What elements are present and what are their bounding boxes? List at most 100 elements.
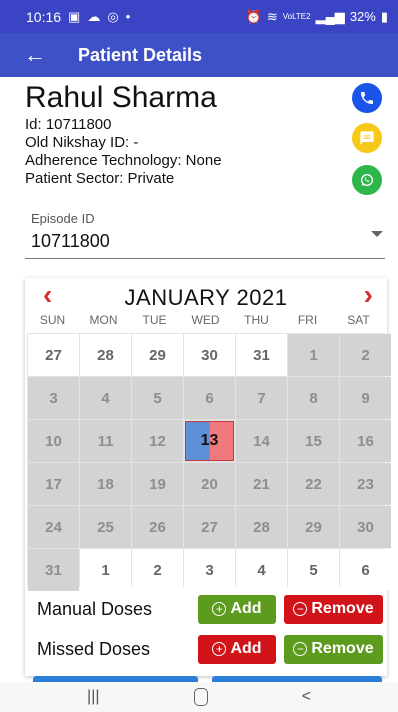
calendar-day[interactable]: 2 bbox=[340, 334, 391, 376]
calendar-day[interactable]: 5 bbox=[288, 549, 339, 591]
battery-level: 32% bbox=[349, 9, 376, 24]
gallery-icon: ▣ bbox=[68, 9, 81, 24]
calendar-day[interactable]: 30 bbox=[184, 334, 235, 376]
missed-remove-button[interactable]: − Remove bbox=[284, 634, 383, 664]
calendar-day[interactable]: 5 bbox=[132, 377, 183, 419]
plus-circle-icon: + bbox=[212, 642, 227, 656]
home-icon[interactable] bbox=[193, 688, 208, 706]
minus-circle-icon: − bbox=[293, 642, 308, 656]
episode-id-label: Episode ID bbox=[31, 211, 95, 226]
dropdown-caret-icon bbox=[371, 231, 383, 237]
calendar-day[interactable]: 3 bbox=[28, 377, 79, 419]
calendar-day[interactable]: 10 bbox=[28, 420, 79, 462]
instagram-icon: ◎ bbox=[107, 9, 119, 24]
missed-add-button[interactable]: + Add bbox=[198, 634, 276, 664]
status-bar-right: ⏰ ≋ VoLTE2 ▂▄▆ 32% ▮ bbox=[246, 9, 388, 24]
cloud-icon: ☁ bbox=[87, 9, 101, 24]
calendar-day[interactable]: 1 bbox=[288, 334, 339, 376]
alarm-icon: ⏰ bbox=[245, 9, 262, 24]
volte-icon: VoLTE2 bbox=[282, 11, 311, 21]
recent-apps-icon[interactable]: ||| bbox=[87, 688, 99, 706]
calendar-day[interactable]: 29 bbox=[288, 506, 339, 548]
calendar-day[interactable]: 16 bbox=[340, 420, 391, 462]
calendar-day[interactable]: 19 bbox=[132, 463, 183, 505]
calendar-day[interactable]: 21 bbox=[236, 463, 287, 505]
minus-circle-icon: − bbox=[293, 602, 308, 616]
calendar-day[interactable]: 17 bbox=[28, 463, 79, 505]
calendar-day[interactable]: 8 bbox=[288, 377, 339, 419]
manual-remove-button[interactable]: − Remove bbox=[284, 594, 383, 624]
missed-remove-label: Remove bbox=[311, 640, 374, 657]
calendar-day[interactable]: 28 bbox=[236, 506, 287, 548]
calendar-day[interactable]: 4 bbox=[80, 377, 131, 419]
calendar-day-today[interactable]: 13 bbox=[185, 421, 234, 461]
missed-doses-label: Missed Doses bbox=[37, 638, 151, 659]
calendar-grid: 27 28 29 30 31 1 2 3 4 5 6 7 8 9 10 11 12 13 14 15 16 17 18 19 2… bbox=[27, 333, 391, 591]
patient-sector: Patient Sector: Private bbox=[25, 170, 175, 187]
calendar-day[interactable]: 2 bbox=[132, 549, 183, 591]
calendar-day[interactable]: 11 bbox=[80, 420, 131, 462]
calendar-day[interactable]: 7 bbox=[236, 377, 287, 419]
calendar-day[interactable]: 18 bbox=[80, 463, 131, 505]
calendar-header: ‹ JANUARY 2021 › bbox=[25, 278, 387, 312]
manual-doses-label: Manual Doses bbox=[37, 598, 153, 619]
weekday-label: THU bbox=[244, 313, 269, 327]
manual-remove-label: Remove bbox=[311, 600, 374, 617]
calendar-day[interactable]: 28 bbox=[80, 334, 131, 376]
calendar-day[interactable]: 15 bbox=[288, 420, 339, 462]
weekday-label: MON bbox=[89, 313, 118, 327]
back-arrow-icon[interactable]: ← bbox=[0, 42, 46, 68]
calendar-day[interactable]: 20 bbox=[184, 463, 235, 505]
patient-info: Rahul Sharma Id: 10711800 Old Nikshay ID… bbox=[25, 80, 355, 188]
calendar-day[interactable]: 25 bbox=[80, 506, 131, 548]
calendar-day[interactable]: 9 bbox=[340, 377, 391, 419]
manual-doses-row: Manual Doses + Add − Remove bbox=[25, 593, 387, 625]
calendar-day[interactable]: 6 bbox=[340, 549, 391, 591]
call-button[interactable] bbox=[352, 83, 382, 113]
calendar-day[interactable]: 4 bbox=[236, 549, 287, 591]
patient-name: Rahul Sharma bbox=[25, 81, 217, 114]
signal-icon: ▂▄▆ bbox=[315, 9, 345, 24]
calendar-day[interactable]: 12 bbox=[132, 420, 183, 462]
old-nikshay-id: Old Nikshay ID: - bbox=[25, 134, 139, 151]
manual-add-button[interactable]: + Add bbox=[198, 594, 276, 624]
sms-button[interactable] bbox=[352, 123, 382, 153]
missed-doses-row: Missed Doses + Add − Remove bbox=[25, 633, 387, 665]
calendar-day[interactable]: 27 bbox=[184, 506, 235, 548]
system-back-icon[interactable]: < bbox=[302, 688, 311, 706]
message-icon bbox=[360, 131, 374, 145]
calendar-day[interactable]: 27 bbox=[28, 334, 79, 376]
weekday-label: SUN bbox=[39, 313, 66, 327]
manual-add-label: Add bbox=[230, 600, 262, 617]
calendar-day[interactable]: 31 bbox=[28, 549, 79, 591]
weekday-label: WED bbox=[191, 313, 220, 327]
app-bar: ← Patient Details bbox=[0, 33, 398, 77]
wifi-icon: ≋ bbox=[266, 9, 278, 24]
page-title: Patient Details bbox=[78, 44, 203, 65]
status-bar-left: 10:16 ▣ ☁ ◎ • bbox=[26, 9, 130, 25]
calendar-day[interactable]: 3 bbox=[184, 549, 235, 591]
calendar-day[interactable]: 29 bbox=[132, 334, 183, 376]
calendar-day[interactable]: 6 bbox=[184, 377, 235, 419]
calendar-month-title: JANUARY 2021 bbox=[124, 285, 288, 310]
missed-add-label: Add bbox=[230, 640, 262, 657]
calendar-day[interactable]: 30 bbox=[340, 506, 391, 548]
calendar-day[interactable]: 24 bbox=[28, 506, 79, 548]
status-time: 10:16 bbox=[26, 8, 62, 25]
calendar-day[interactable]: 23 bbox=[340, 463, 391, 505]
calendar-day[interactable]: 22 bbox=[288, 463, 339, 505]
whatsapp-button[interactable] bbox=[352, 165, 382, 195]
calendar-day[interactable]: 26 bbox=[132, 506, 183, 548]
calendar-day[interactable]: 1 bbox=[80, 549, 131, 591]
weekday-label: FRI bbox=[297, 313, 318, 327]
calendar-day[interactable]: 14 bbox=[236, 420, 287, 462]
system-nav-bar: ||| < bbox=[0, 682, 398, 712]
next-month-button[interactable]: › bbox=[364, 281, 373, 309]
calendar-day[interactable]: 31 bbox=[236, 334, 287, 376]
episode-id-dropdown[interactable]: Episode ID 10711800 bbox=[25, 207, 385, 259]
weekday-header: SUN MON TUE WED THU FRI SAT bbox=[27, 313, 385, 327]
calendar-card: ‹ JANUARY 2021 › SUN MON TUE WED THU FRI SAT 2… bbox=[25, 278, 391, 676]
dot-icon: • bbox=[125, 9, 131, 24]
whatsapp-icon bbox=[361, 174, 373, 186]
episode-id-value: 10711800 bbox=[31, 231, 110, 251]
